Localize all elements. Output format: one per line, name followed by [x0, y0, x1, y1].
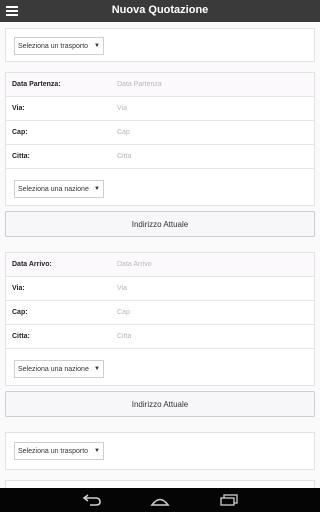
page-title: Nuova Quotazione	[111, 4, 209, 16]
arrival-card: Data Arrivo: Data Arrivo Via: Via Cap: C…	[5, 252, 315, 386]
app-bar: Nuova Quotazione	[0, 0, 320, 22]
departure-current-address-button[interactable]: Indirizzo Attuale	[5, 211, 315, 237]
caret-down-icon: ▼	[94, 366, 100, 372]
arrival-country-value: Seleziona una nazione	[18, 366, 89, 373]
arrival-date-label: Data Arrivo:	[12, 261, 52, 268]
arrival-country-select[interactable]: Seleziona una nazione ▼	[14, 360, 104, 378]
caret-down-icon: ▼	[94, 186, 100, 192]
departure-city-row[interactable]: Citta: Citta	[6, 145, 314, 169]
departure-date-field[interactable]: Data Partenza	[117, 81, 162, 88]
arrival-street-label: Via:	[12, 285, 25, 292]
arrival-date-row[interactable]: Data Arrivo: Data Arrivo	[6, 253, 314, 277]
form-content[interactable]: Seleziona un trasporto ▼ Data Partenza: …	[0, 22, 320, 488]
transport-select-value: Seleziona un trasporto	[18, 43, 89, 50]
home-icon[interactable]	[150, 494, 170, 506]
arrival-city-label: Citta:	[12, 333, 30, 340]
arrival-city-row[interactable]: Citta: Citta	[6, 325, 314, 349]
transport-card-top: Seleziona un trasporto ▼	[5, 28, 315, 62]
departure-date-row[interactable]: Data Partenza: Data Partenza	[6, 73, 314, 97]
departure-street-row[interactable]: Via: Via	[6, 97, 314, 121]
caret-down-icon: ▼	[94, 43, 100, 49]
arrival-date-field[interactable]: Data Arrivo	[117, 261, 152, 268]
departure-city-field[interactable]: Citta	[117, 153, 131, 160]
transport-select[interactable]: Seleziona un trasporto ▼	[14, 37, 104, 55]
arrival-current-address-button[interactable]: Indirizzo Attuale	[5, 391, 315, 417]
system-nav-bar	[0, 488, 320, 512]
departure-street-field[interactable]: Via	[117, 105, 127, 112]
departure-zip-label: Cap:	[12, 129, 28, 136]
arrival-zip-row[interactable]: Cap: Cap	[6, 301, 314, 325]
departure-card: Data Partenza: Data Partenza Via: Via Ca…	[5, 72, 315, 206]
arrival-zip-field[interactable]: Cap	[117, 309, 130, 316]
arrival-zip-label: Cap:	[12, 309, 28, 316]
arrival-street-row[interactable]: Via: Via	[6, 277, 314, 301]
departure-date-label: Data Partenza:	[12, 81, 61, 88]
recents-icon[interactable]	[219, 494, 239, 506]
arrival-city-field[interactable]: Citta	[117, 333, 131, 340]
arrival-street-field[interactable]: Via	[117, 285, 127, 292]
transport-card-bottom: Seleziona un trasporto ▼	[5, 432, 315, 470]
departure-zip-field[interactable]: Cap	[117, 129, 130, 136]
departure-country-select[interactable]: Seleziona una nazione ▼	[14, 180, 104, 198]
departure-street-label: Via:	[12, 105, 25, 112]
back-icon[interactable]	[82, 494, 102, 506]
next-card-partial	[5, 480, 315, 488]
transport-select-bottom-value: Seleziona un trasporto	[18, 448, 89, 455]
transport-select-bottom[interactable]: Seleziona un trasporto ▼	[14, 442, 104, 460]
departure-zip-row[interactable]: Cap: Cap	[6, 121, 314, 145]
caret-down-icon: ▼	[94, 448, 100, 454]
departure-city-label: Citta:	[12, 153, 30, 160]
departure-country-value: Seleziona una nazione	[18, 186, 89, 193]
